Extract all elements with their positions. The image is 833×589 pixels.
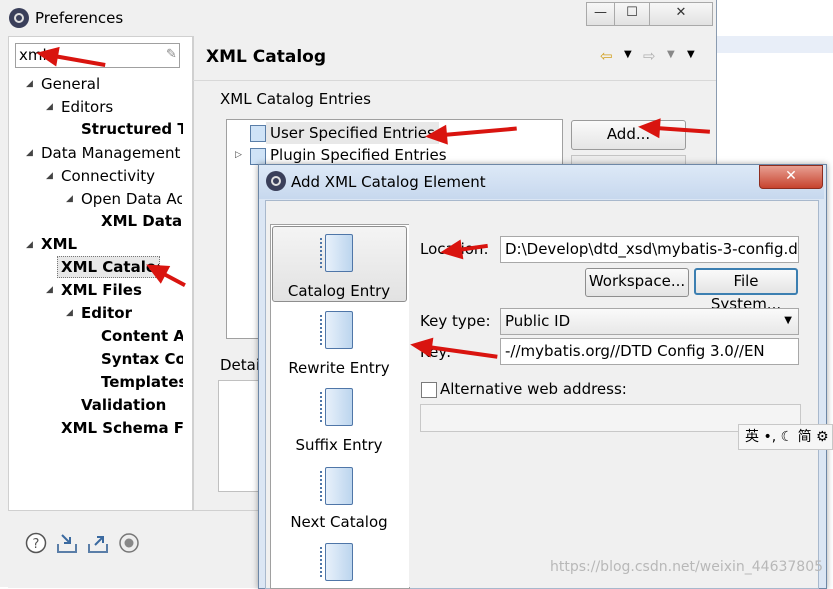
tree-item-general[interactable]: General bbox=[41, 74, 186, 94]
tree-item-editor[interactable]: Editor bbox=[81, 303, 182, 323]
catalog-icon bbox=[250, 148, 266, 165]
tree-item-editors[interactable]: Editors bbox=[61, 97, 186, 117]
expand-triangle-icon[interactable]: ◢ bbox=[66, 194, 73, 204]
import-icon[interactable] bbox=[56, 532, 78, 554]
minimize-button[interactable]: — bbox=[586, 2, 615, 26]
details-box bbox=[218, 380, 262, 492]
expand-triangle-icon[interactable]: ◢ bbox=[46, 102, 53, 112]
rewrite-entry-icon bbox=[320, 311, 353, 349]
next-catalog-item[interactable]: Next Catalog bbox=[271, 513, 407, 531]
dialog-title: Add XML Catalog Element bbox=[291, 173, 486, 191]
tree-item-xml[interactable]: XML bbox=[41, 234, 186, 254]
catalog-entries-group-label: XML Catalog Entries bbox=[220, 90, 371, 108]
workspace-button[interactable]: Workspace... bbox=[585, 268, 689, 297]
key-type-label: Key type: bbox=[420, 312, 491, 330]
key-type-select[interactable]: Public ID ▼ bbox=[500, 308, 799, 335]
header-separator bbox=[193, 80, 716, 81]
clear-filter-icon[interactable]: ✎ bbox=[166, 47, 177, 62]
tree-item-templates[interactable]: Templates bbox=[101, 372, 183, 392]
forward-arrow-icon[interactable]: ⇨ bbox=[643, 47, 656, 65]
watermark: https://blog.csdn.net/weixin_44637805 bbox=[550, 559, 824, 575]
key-type-value: Public ID bbox=[505, 312, 571, 330]
dialog-close-button[interactable]: ✕ bbox=[759, 165, 823, 189]
key-input[interactable]: -//mybatis.org//DTD Config 3.0//EN bbox=[500, 338, 799, 365]
tree-item-open-data-access[interactable]: Open Data Ac bbox=[81, 189, 182, 209]
catalog-icon bbox=[250, 125, 266, 142]
alternative-web-address-checkbox[interactable] bbox=[421, 382, 437, 398]
eclipse-icon bbox=[9, 8, 29, 28]
back-arrow-icon[interactable]: ⇦ bbox=[600, 47, 613, 65]
rewrite-entry-item[interactable]: Rewrite Entry bbox=[271, 359, 407, 377]
svg-text:?: ? bbox=[33, 537, 40, 552]
expand-triangle-icon[interactable]: ◢ bbox=[66, 308, 73, 318]
suffix-entry-item[interactable]: Suffix Entry bbox=[271, 436, 407, 454]
expand-triangle-icon[interactable]: ◢ bbox=[46, 285, 53, 295]
ime-toolbar[interactable]: 英 •, ☾ 简 ⚙ bbox=[738, 424, 833, 450]
expand-triangle-icon[interactable]: ◢ bbox=[26, 79, 33, 89]
next-catalog-icon bbox=[320, 467, 353, 505]
tree-item-xml-data-sources[interactable]: XML Data S bbox=[101, 211, 183, 231]
expand-triangle-icon[interactable]: ◢ bbox=[46, 171, 53, 181]
catalog-entry-item[interactable]: Catalog Entry bbox=[271, 282, 407, 300]
background-editor-line bbox=[717, 36, 833, 53]
view-menu-icon[interactable]: ▼ bbox=[687, 49, 695, 60]
plugin-specified-entries-item[interactable]: Plugin Specified Entries bbox=[270, 146, 447, 164]
add-button[interactable]: Add... bbox=[571, 120, 686, 150]
tree-item-content-assist[interactable]: Content As bbox=[101, 326, 183, 346]
tree-item-data-management[interactable]: Data Management bbox=[41, 143, 186, 163]
tree-item-structured-text[interactable]: Structured Te bbox=[81, 119, 183, 139]
delegate-catalog-icon bbox=[320, 543, 353, 581]
back-menu-icon[interactable]: ▼ bbox=[624, 49, 632, 60]
close-button[interactable]: ✕ bbox=[649, 2, 713, 26]
chevron-down-icon: ▼ bbox=[784, 315, 792, 326]
window-title: Preferences bbox=[35, 9, 124, 27]
location-input[interactable]: D:\Develop\dtd_xsd\mybatis-3-config.dtd bbox=[500, 236, 799, 263]
forward-menu-icon[interactable]: ▼ bbox=[667, 49, 675, 60]
background-editor bbox=[717, 0, 833, 164]
file-system-button[interactable]: File System... bbox=[694, 268, 798, 313]
expand-triangle-icon[interactable]: ◢ bbox=[26, 148, 33, 158]
catalog-entry-icon bbox=[320, 234, 353, 272]
tree-item-syntax-coloring[interactable]: Syntax Col bbox=[101, 349, 183, 369]
expand-triangle-icon[interactable]: ◢ bbox=[26, 240, 33, 250]
tree-item-validation[interactable]: Validation bbox=[81, 395, 183, 415]
user-specified-entries-item[interactable]: User Specified Entries bbox=[266, 122, 439, 144]
details-label: Detai bbox=[220, 356, 261, 374]
help-icon[interactable]: ? bbox=[25, 532, 47, 554]
restore-defaults-icon[interactable] bbox=[118, 532, 140, 554]
suffix-entry-icon bbox=[320, 388, 353, 426]
tree-item-xml-schema-files[interactable]: XML Schema Fil bbox=[61, 418, 183, 438]
tree-item-connectivity[interactable]: Connectivity bbox=[61, 166, 186, 186]
maximize-button[interactable]: ☐ bbox=[614, 2, 650, 26]
pane-divider[interactable] bbox=[192, 36, 193, 510]
tree-item-xml-files[interactable]: XML Files bbox=[61, 280, 186, 300]
export-icon[interactable] bbox=[87, 532, 109, 554]
eclipse-icon bbox=[266, 171, 286, 191]
page-title: XML Catalog bbox=[206, 47, 326, 67]
expand-triangle-icon[interactable]: ▷ bbox=[235, 150, 242, 160]
alternative-web-address-label: Alternative web address: bbox=[440, 380, 627, 398]
